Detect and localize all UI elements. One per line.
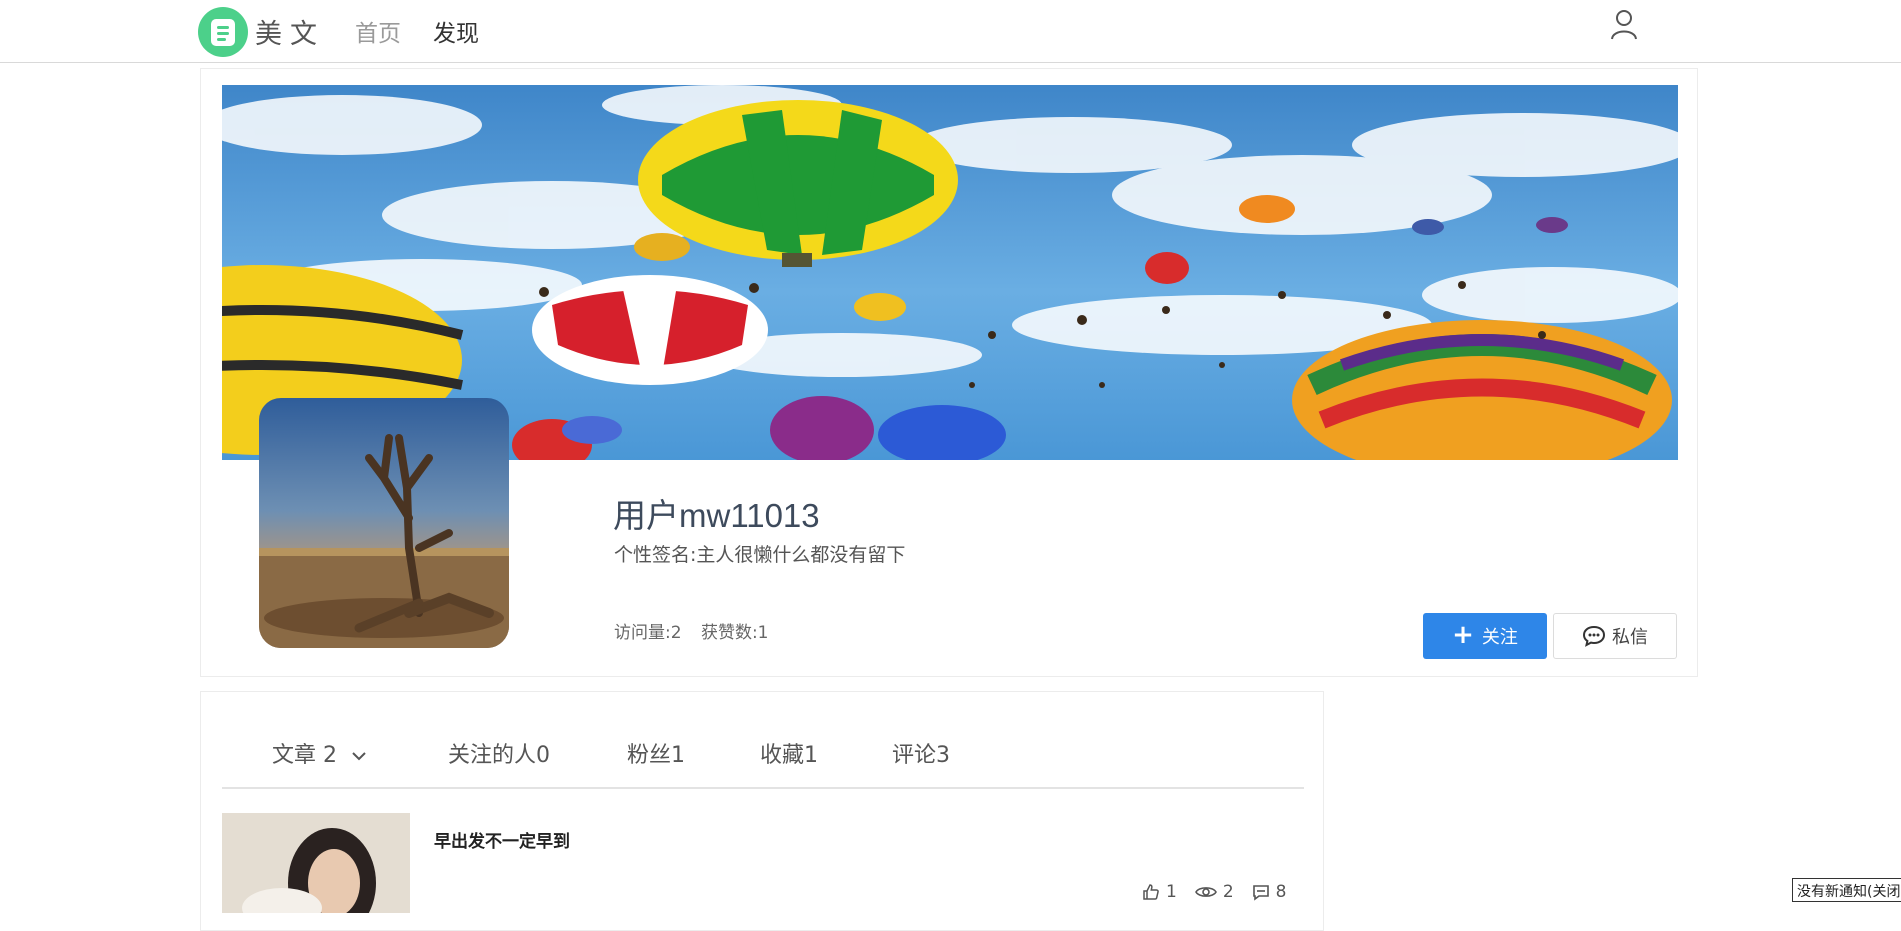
profile-stats: 访问量:2 获赞数:1 — [614, 618, 783, 643]
profile-username: 用户mw11013 — [613, 497, 820, 534]
comment-icon — [1252, 884, 1269, 901]
profile-card: 用户mw11013 个性签名:主人很懒什么都没有留下 访问量:2 获赞数:1 +… — [200, 68, 1698, 677]
nav-discover-link[interactable]: 发现 — [433, 14, 479, 48]
notification-toast[interactable]: 没有新通知(关闭 — [1792, 878, 1901, 902]
article-views-count: 2 — [1222, 882, 1234, 902]
thumbs-up-icon — [1143, 884, 1159, 900]
visits-count: 访问量:2 — [614, 623, 682, 643]
tab-articles[interactable]: 文章 2 — [272, 737, 366, 769]
logo-icon[interactable] — [198, 7, 248, 57]
tab-fans[interactable]: 粉丝1 — [627, 737, 685, 769]
tab-following[interactable]: 关注的人0 — [448, 737, 550, 769]
eye-icon — [1194, 887, 1217, 897]
article-comments-count: 8 — [1275, 882, 1287, 902]
profile-signature: 个性签名:主人很懒什么都没有留下 — [614, 544, 906, 566]
nav-home-link[interactable]: 首页 — [355, 14, 401, 48]
tab-comments[interactable]: 评论3 — [892, 737, 950, 769]
plus-icon: + — [1452, 619, 1474, 650]
chat-icon — [1582, 625, 1606, 647]
follow-button[interactable]: + 关注 — [1423, 613, 1547, 659]
message-button[interactable]: 私信 — [1553, 613, 1677, 659]
likes-count: 获赞数:1 — [700, 623, 769, 643]
top-navbar: 美文 首页 发现 — [0, 0, 1901, 63]
profile-tabs: 文章 2 关注的人0 粉丝1 收藏1 评论3 — [222, 692, 1304, 789]
follow-button-label: 关注 — [1481, 627, 1518, 648]
logo-text[interactable]: 美文 — [255, 12, 325, 51]
user-icon[interactable] — [1609, 8, 1639, 40]
article-title[interactable]: 早出发不一定早到 — [434, 827, 570, 852]
article-comments[interactable]: 8 — [1252, 882, 1287, 902]
article-meta: 1 2 8 — [1142, 882, 1304, 902]
content-card: 文章 2 关注的人0 粉丝1 收藏1 评论3 早出发不一定早到 1 2 8 — [200, 691, 1324, 931]
article-thumbnail[interactable] — [222, 813, 410, 913]
tab-favorites[interactable]: 收藏1 — [760, 737, 818, 769]
article-likes[interactable]: 1 — [1142, 882, 1177, 902]
chevron-down-icon — [352, 752, 366, 761]
article-views: 2 — [1194, 882, 1234, 902]
document-icon — [211, 19, 235, 46]
message-button-label: 私信 — [1612, 627, 1648, 648]
article-likes-count: 1 — [1166, 882, 1177, 902]
avatar — [259, 398, 509, 648]
tab-articles-label: 文章 2 — [272, 743, 337, 768]
